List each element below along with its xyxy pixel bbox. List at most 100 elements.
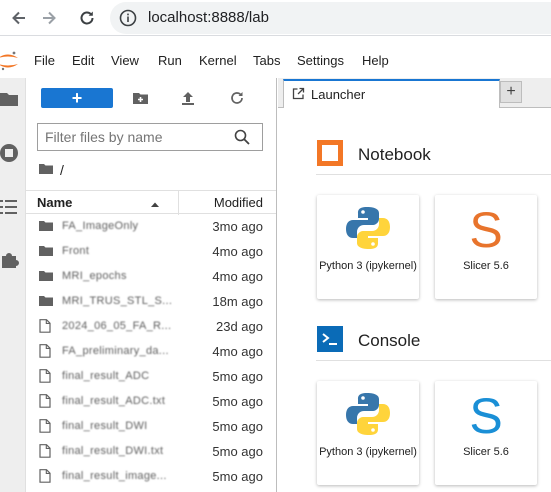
address-bar[interactable]: localhost:8888/lab	[110, 2, 551, 34]
refresh-icon[interactable]	[227, 88, 247, 108]
menu-edit[interactable]: Edit	[72, 53, 94, 68]
card-label: Python 3 (ipykernel)	[319, 446, 417, 458]
python-logo-icon	[343, 389, 393, 439]
file-name: FA_ImageOnly	[62, 220, 139, 232]
console-section-header: Console	[316, 321, 551, 361]
back-arrow-icon[interactable]	[7, 6, 31, 30]
card-label: Slicer 5.6	[463, 446, 509, 458]
notebook-section-title: Notebook	[358, 145, 431, 164]
home-folder-icon[interactable]	[39, 162, 54, 178]
tab-launcher-label: Launcher	[311, 87, 366, 102]
folder-icon	[39, 219, 53, 233]
new-folder-icon[interactable]	[131, 88, 151, 108]
file-icon	[39, 469, 53, 483]
filter-files-input[interactable]	[45, 128, 225, 146]
file-name: final_result_ADC.txt	[62, 395, 166, 407]
modified-column-header[interactable]: Modified	[214, 195, 263, 210]
card-label: Python 3 (ipykernel)	[319, 260, 417, 272]
file-row[interactable]: FA_ImageOnly 3mo ago	[26, 214, 276, 239]
file-name: 2024_06_05_FA_R...	[62, 320, 172, 332]
file-name: FA_preliminary_da...	[62, 345, 169, 357]
file-name: Front	[62, 245, 90, 257]
menu-settings[interactable]: Settings	[297, 53, 344, 68]
filter-files-field[interactable]	[37, 123, 263, 151]
console-section-title: Console	[358, 331, 421, 350]
folder-icon	[39, 269, 53, 283]
notebook-python3-card[interactable]: Python 3 (ipykernel)	[317, 195, 419, 299]
add-tab-label: +	[506, 83, 516, 100]
file-modified: 4mo ago	[212, 344, 263, 359]
file-row[interactable]: final_result_image... 5mo ago	[26, 464, 276, 489]
menu-file[interactable]: File	[34, 53, 55, 68]
notebook-section-icon	[317, 140, 343, 166]
browser-toolbar: localhost:8888/lab	[0, 0, 551, 36]
file-icon	[39, 444, 53, 458]
menu-run[interactable]: Run	[158, 53, 182, 68]
name-column-header[interactable]: Name	[37, 195, 72, 210]
menu-view[interactable]: View	[111, 53, 139, 68]
launcher-tab-icon	[292, 87, 305, 100]
file-row[interactable]: final_result_DWI.txt 5mo ago	[26, 439, 276, 464]
file-modified: 5mo ago	[212, 469, 263, 484]
jupyter-logo-icon	[0, 50, 18, 72]
forward-arrow-icon[interactable]	[37, 6, 61, 30]
console-python3-card[interactable]: Python 3 (ipykernel)	[317, 381, 419, 485]
launcher-panel: Notebook Python 3 (ipykernel) S Slicer 5…	[278, 108, 551, 492]
left-activity-bar	[0, 78, 26, 492]
file-icon	[39, 369, 53, 383]
site-info-icon[interactable]	[119, 9, 137, 27]
file-modified: 5mo ago	[212, 444, 263, 459]
file-modified: 3mo ago	[212, 219, 263, 234]
file-row[interactable]: FA_preliminary_da... 4mo ago	[26, 339, 276, 364]
main-tab-bar: Launcher +	[278, 78, 551, 108]
svg-text:S: S	[469, 389, 502, 439]
file-row[interactable]: final_result_ADC.txt 5mo ago	[26, 389, 276, 414]
file-row[interactable]: final_result_DWI 5mo ago	[26, 414, 276, 439]
file-name: MRI_epochs	[62, 270, 127, 282]
svg-text:S: S	[469, 203, 502, 253]
file-modified: 5mo ago	[212, 419, 263, 434]
toc-icon[interactable]	[0, 196, 22, 218]
menu-tabs[interactable]: Tabs	[253, 53, 280, 68]
file-browser-panel: + / Name Modified FA_ImageOnly 3mo ago Fro…	[26, 78, 277, 492]
new-launcher-label: +	[71, 88, 83, 108]
menu-help[interactable]: Help	[362, 53, 389, 68]
menu-kernel[interactable]: Kernel	[199, 53, 237, 68]
reload-icon[interactable]	[75, 6, 99, 30]
file-icon	[39, 344, 53, 358]
breadcrumb-root[interactable]: /	[60, 162, 64, 178]
search-icon	[234, 129, 250, 145]
notebook-slicer-card[interactable]: S Slicer 5.6	[435, 195, 537, 299]
extension-icon[interactable]	[0, 248, 22, 270]
file-list: FA_ImageOnly 3mo ago Front 4mo ago MRI_epoch…	[26, 214, 276, 489]
new-launcher-button[interactable]: +	[41, 88, 113, 108]
folder-icon[interactable]	[0, 88, 22, 110]
file-row[interactable]: 2024_06_05_FA_R... 23d ago	[26, 314, 276, 339]
column-divider[interactable]	[178, 191, 179, 215]
file-row[interactable]: MRI_TRUS_STL_S... 18m ago	[26, 289, 276, 314]
folder-icon	[39, 294, 53, 308]
python-logo-icon	[343, 203, 393, 253]
breadcrumb: /	[39, 162, 64, 178]
file-name: final_result_image...	[62, 470, 167, 482]
tab-launcher[interactable]: Launcher	[283, 79, 500, 108]
running-icon[interactable]	[0, 142, 22, 164]
file-modified: 4mo ago	[212, 269, 263, 284]
file-icon	[39, 394, 53, 408]
upload-icon[interactable]	[178, 88, 198, 108]
console-slicer-card[interactable]: S Slicer 5.6	[435, 381, 537, 485]
file-modified: 4mo ago	[212, 244, 263, 259]
file-row[interactable]: final_result_ADC 5mo ago	[26, 364, 276, 389]
file-modified: 5mo ago	[212, 394, 263, 409]
folder-icon	[39, 244, 53, 258]
file-icon	[39, 319, 53, 333]
add-tab-button[interactable]: +	[500, 81, 522, 103]
file-name: final_result_ADC	[62, 370, 150, 382]
file-icon	[39, 419, 53, 433]
file-row[interactable]: Front 4mo ago	[26, 239, 276, 264]
card-label: Slicer 5.6	[463, 260, 509, 272]
slicer-logo-icon: S	[461, 202, 511, 258]
console-section-icon	[317, 326, 343, 352]
file-list-header: Name Modified	[26, 190, 276, 215]
file-row[interactable]: MRI_epochs 4mo ago	[26, 264, 276, 289]
